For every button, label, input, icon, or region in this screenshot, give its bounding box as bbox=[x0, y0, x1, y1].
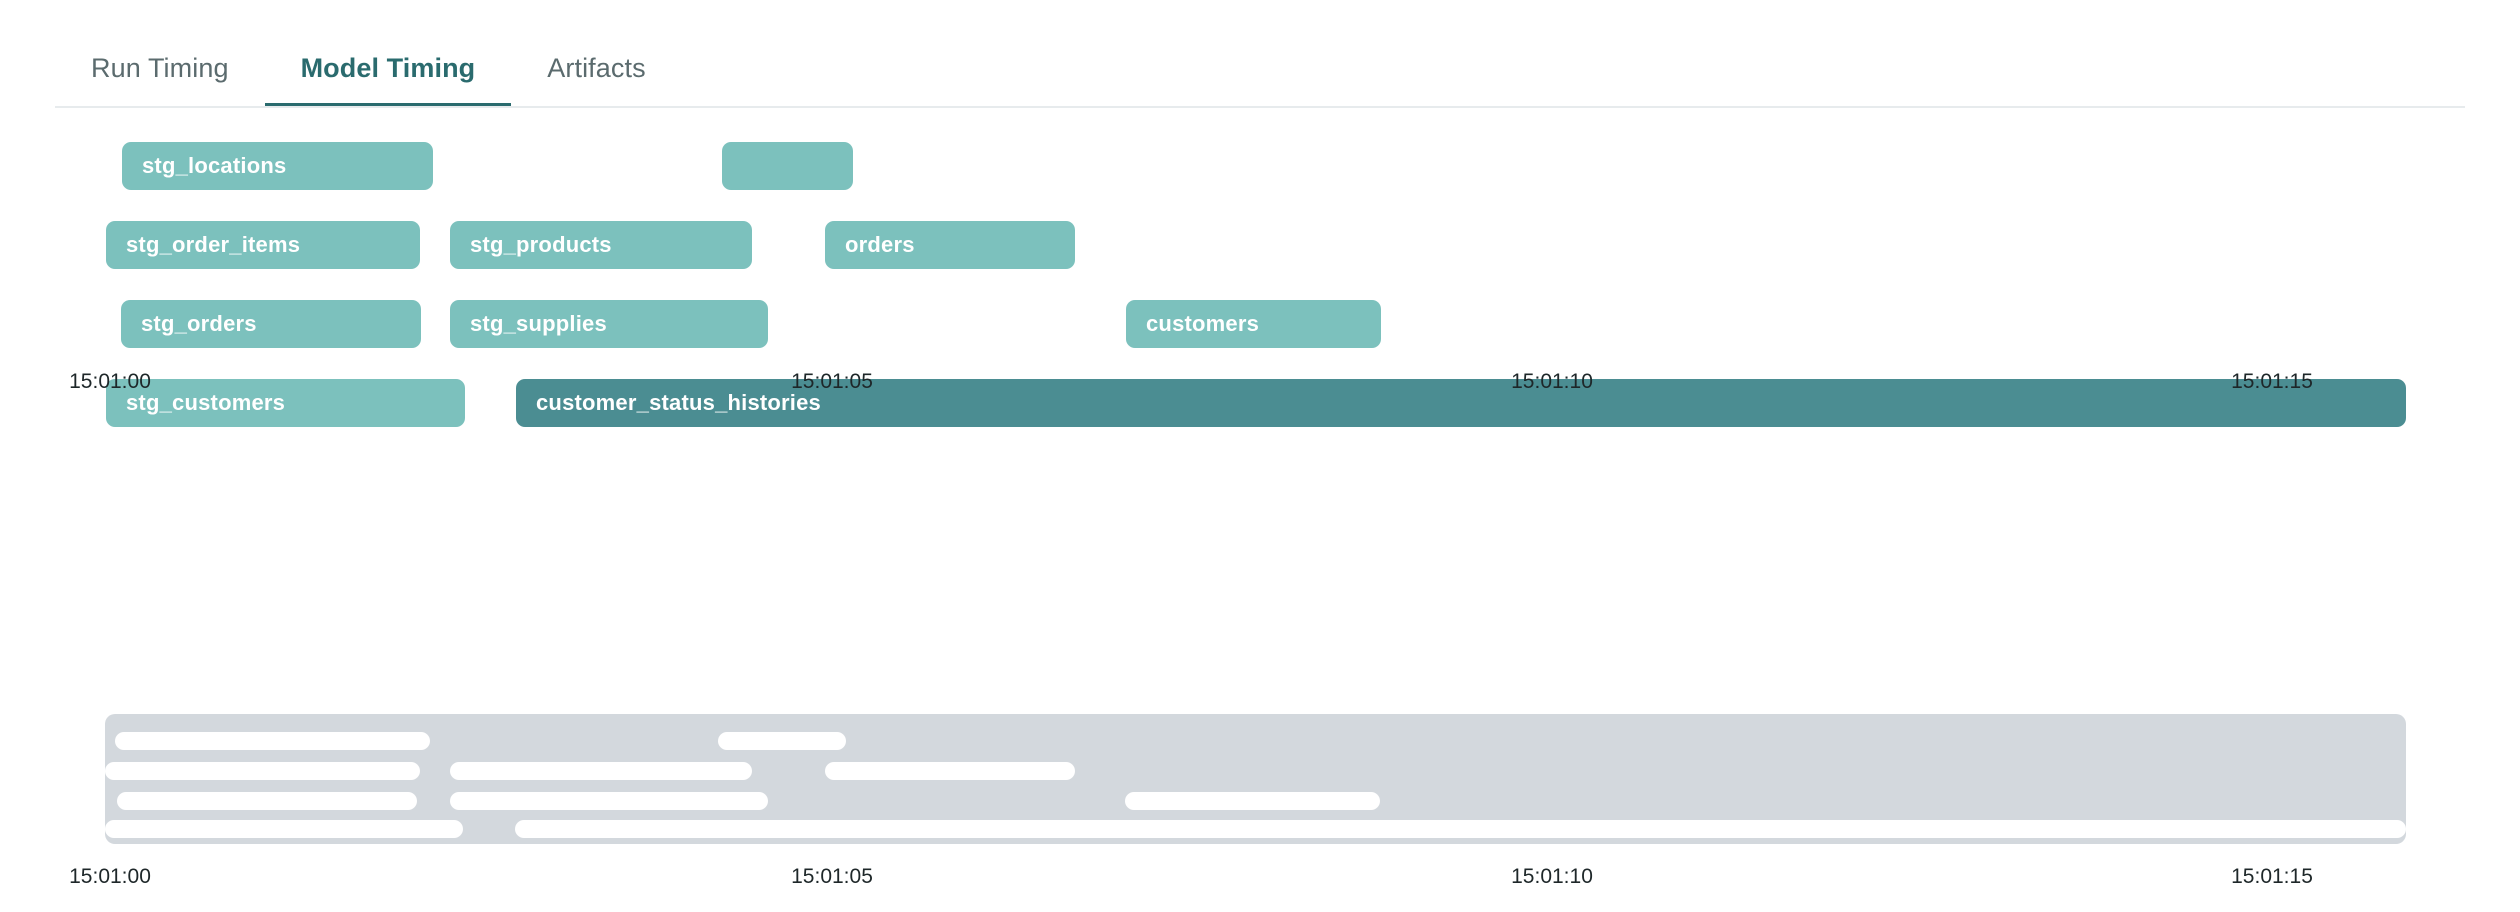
gantt-bar-stg_supplies[interactable]: stg_supplies bbox=[450, 300, 768, 348]
gantt-bar-customers[interactable]: customers bbox=[1126, 300, 1381, 348]
minimap-bar-customers bbox=[1125, 792, 1380, 810]
gantt-bar-label: stg_products bbox=[470, 232, 612, 257]
tab-model-timing[interactable]: Model Timing bbox=[264, 53, 512, 108]
gantt-bar-stg_order_items[interactable]: stg_order_items bbox=[106, 221, 420, 269]
gantt-bar-label: orders bbox=[845, 232, 915, 257]
gantt-axis-tick-3: 15:01:15 bbox=[2231, 370, 2313, 393]
gantt-x-axis: 15:01:00 15:01:05 15:01:10 15:01:15 bbox=[0, 370, 2520, 400]
tab-artifacts-label: Artifacts bbox=[547, 53, 646, 83]
minimap-bar-stg_order_items bbox=[105, 762, 420, 780]
minimap-axis-tick-0: 15:01:00 bbox=[69, 865, 151, 888]
gantt-bar-label: stg_order_items bbox=[126, 232, 301, 257]
minimap-bar-orders bbox=[825, 762, 1075, 780]
minimap-bar-stg_orders bbox=[117, 792, 417, 810]
minimap-bar-unlabeled_task_row0 bbox=[718, 732, 846, 750]
minimap-bar-customer_status_histories bbox=[515, 820, 2406, 838]
model-timing-gantt-chart[interactable]: stg_locations stg_order_items stg_products… bbox=[0, 108, 2520, 668]
tab-bar: Run Timing Model Timing Artifacts bbox=[0, 0, 2520, 108]
gantt-bar-label: stg_locations bbox=[142, 153, 287, 178]
minimap-x-axis: 15:01:00 15:01:05 15:01:10 15:01:15 bbox=[0, 865, 2520, 895]
minimap-bar-stg_supplies bbox=[450, 792, 768, 810]
minimap-bar-stg_locations bbox=[115, 732, 430, 750]
gantt-bar-stg_orders[interactable]: stg_orders bbox=[121, 300, 421, 348]
gantt-axis-tick-2: 15:01:10 bbox=[1511, 370, 1593, 393]
minimap-bar-stg_products bbox=[450, 762, 752, 780]
timeline-minimap[interactable] bbox=[105, 714, 2406, 844]
gantt-axis-tick-1: 15:01:05 bbox=[791, 370, 873, 393]
minimap-axis-tick-1: 15:01:05 bbox=[791, 865, 873, 888]
gantt-bar-label: customers bbox=[1146, 311, 1260, 336]
gantt-axis-tick-0: 15:01:00 bbox=[69, 370, 151, 393]
tab-run-timing-label: Run Timing bbox=[91, 53, 229, 83]
gantt-bar-unlabeled_task_row0[interactable] bbox=[722, 142, 853, 190]
tab-run-timing[interactable]: Run Timing bbox=[55, 55, 265, 108]
gantt-bar-label: stg_orders bbox=[141, 311, 257, 336]
gantt-bar-label: stg_supplies bbox=[470, 311, 607, 336]
timeline-minimap-section[interactable]: 15:01:00 15:01:05 15:01:10 15:01:15 bbox=[0, 700, 2520, 912]
tab-model-timing-label: Model Timing bbox=[300, 53, 476, 83]
minimap-axis-tick-2: 15:01:10 bbox=[1511, 865, 1593, 888]
tab-list: Run Timing Model Timing Artifacts bbox=[55, 0, 682, 108]
gantt-bar-stg_products[interactable]: stg_products bbox=[450, 221, 752, 269]
minimap-axis-tick-3: 15:01:15 bbox=[2231, 865, 2313, 888]
gantt-bar-stg_locations[interactable]: stg_locations bbox=[122, 142, 433, 190]
gantt-plot-area[interactable]: stg_locations stg_order_items stg_products… bbox=[0, 108, 2520, 608]
minimap-bar-stg_customers bbox=[105, 820, 463, 838]
tab-artifacts[interactable]: Artifacts bbox=[511, 55, 681, 108]
gantt-bar-orders[interactable]: orders bbox=[825, 221, 1075, 269]
